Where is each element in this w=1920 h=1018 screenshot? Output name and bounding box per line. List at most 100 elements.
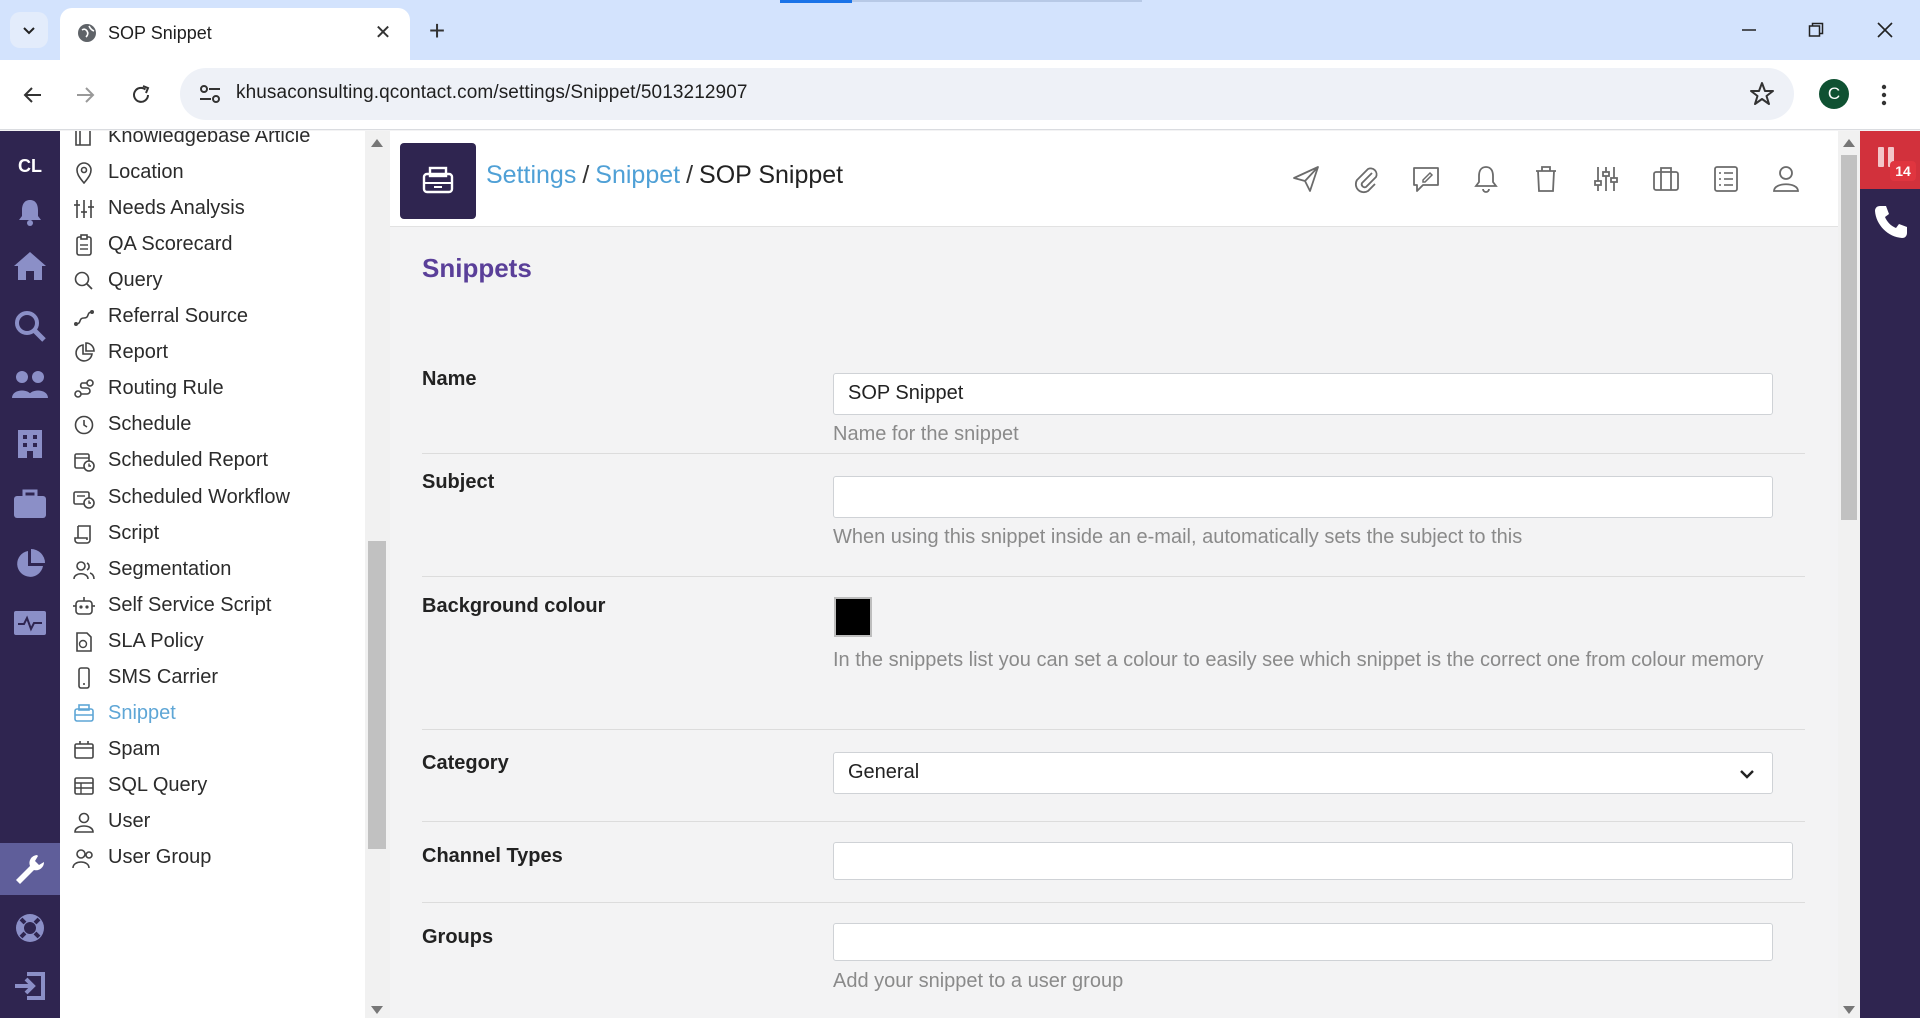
sidebar-item-scheduled-workflow[interactable]: Scheduled Workflow — [60, 480, 360, 516]
pause-button[interactable]: 14 — [1860, 131, 1920, 189]
map-pin-icon — [76, 162, 92, 184]
delete-button[interactable] — [1528, 161, 1564, 197]
reports-nav[interactable] — [0, 539, 60, 589]
sidebar-item-user[interactable]: User — [60, 804, 360, 840]
attach-button[interactable] — [1348, 161, 1384, 197]
send-button[interactable] — [1288, 161, 1324, 197]
notifications-nav[interactable] — [0, 187, 60, 237]
restore-button[interactable] — [1793, 12, 1839, 48]
browser-tab[interactable]: SOP Snippet ✕ — [60, 8, 410, 60]
sidebar-item-needs-analysis[interactable]: Needs Analysis — [60, 191, 360, 227]
scroll-down-arrow[interactable] — [371, 1006, 383, 1014]
sidebar-item-scheduled-report[interactable]: Scheduled Report — [60, 443, 360, 479]
browser-menu-button[interactable] — [1872, 78, 1896, 112]
briefcase-icon — [1653, 167, 1679, 191]
monitor-pulse-icon — [14, 611, 46, 635]
sidebar-item-location[interactable]: Location — [60, 155, 360, 191]
profile-avatar[interactable]: C — [1819, 79, 1849, 109]
lifebuoy-icon — [16, 914, 44, 942]
category-select[interactable]: General — [833, 752, 1773, 794]
list-button[interactable] — [1708, 161, 1744, 197]
user-button[interactable] — [1768, 161, 1804, 197]
section-title: Snippets — [422, 253, 532, 283]
sidebar-item-self-service-script[interactable]: Self Service Script — [60, 588, 360, 624]
home-nav[interactable] — [0, 241, 60, 291]
phone-device-icon — [78, 667, 90, 689]
site-info-icon — [200, 85, 220, 103]
more-vertical-icon — [1881, 84, 1887, 106]
name-input[interactable]: SOP Snippet — [833, 373, 1773, 415]
sidebar-item-query[interactable]: Query — [60, 263, 360, 299]
settings-button[interactable] — [1588, 161, 1624, 197]
close-tab-icon[interactable]: ✕ — [370, 19, 396, 45]
breadcrumb-snippet-link[interactable]: Snippet — [595, 161, 680, 189]
field-row-category: Category General — [422, 730, 1805, 822]
sidebar-item-snippet[interactable]: Snippet — [60, 696, 360, 732]
note-button[interactable] — [1408, 161, 1444, 197]
sidebar-item-referral-source[interactable]: Referral Source — [60, 299, 360, 335]
help-nav[interactable] — [0, 903, 60, 953]
sidebar-item-user-group[interactable]: User Group — [60, 840, 360, 876]
spam-icon — [74, 741, 94, 759]
cases-nav[interactable] — [0, 479, 60, 529]
forward-button[interactable] — [65, 75, 105, 115]
paperclip-icon — [1354, 167, 1378, 194]
sidebar-item-schedule[interactable]: Schedule — [60, 407, 360, 443]
sidebar-item-report[interactable]: Report — [60, 335, 360, 371]
bookmark-star-icon[interactable] — [1748, 80, 1776, 108]
left-nav-rail: CL — [0, 131, 60, 1018]
breadcrumb-settings-link[interactable]: Settings — [486, 161, 576, 189]
scroll-up-arrow[interactable] — [1843, 139, 1855, 147]
org-logo[interactable]: CL — [0, 141, 60, 191]
colour-swatch[interactable] — [834, 597, 872, 637]
globe-icon — [78, 24, 96, 42]
contacts-nav[interactable] — [0, 359, 60, 409]
routing-icon — [74, 379, 94, 398]
chart-pie-icon — [17, 549, 45, 577]
sidebar-item-routing-rule[interactable]: Routing Rule — [60, 371, 360, 407]
case-button[interactable] — [1648, 161, 1684, 197]
scroll-thumb[interactable] — [1841, 155, 1857, 520]
address-bar[interactable]: khusaconsulting.qcontact.com/settings/Sn… — [180, 68, 1794, 120]
field-label: Channel Types — [422, 845, 563, 867]
sidebar-item-knowledgebase-article[interactable]: Knowledgebase Article — [60, 131, 360, 155]
sidebar-item-spam[interactable]: Spam — [60, 732, 360, 768]
organisations-nav[interactable] — [0, 419, 60, 469]
groups-input[interactable] — [833, 923, 1773, 961]
sidebar-item-sql-query[interactable]: SQL Query — [60, 768, 360, 804]
reload-button[interactable] — [121, 75, 161, 115]
sidebar-item-qa-scorecard[interactable]: QA Scorecard — [60, 227, 360, 263]
scroll-down-arrow[interactable] — [1843, 1006, 1855, 1014]
field-row-name: Name SOP Snippet Name for the snippet — [422, 351, 1805, 454]
sliders-icon — [74, 200, 94, 218]
new-tab-button[interactable]: + — [420, 14, 454, 48]
logout-nav[interactable] — [0, 961, 60, 1011]
field-label: Background colour — [422, 595, 606, 617]
calendar-clock-icon — [74, 453, 95, 472]
sidebar-item-segmentation[interactable]: Segmentation — [60, 552, 360, 588]
sidebar-item-sla-policy[interactable]: SLA Policy — [60, 624, 360, 660]
robot-icon — [73, 597, 95, 615]
route-icon — [74, 310, 94, 326]
field-label: Name — [422, 368, 477, 390]
phone-button[interactable] — [1872, 203, 1910, 243]
close-window-button[interactable] — [1862, 12, 1908, 48]
search-nav[interactable] — [0, 301, 60, 351]
settings-nav[interactable] — [0, 843, 60, 895]
scroll-up-arrow[interactable] — [371, 139, 383, 147]
minimize-button[interactable] — [1726, 12, 1772, 48]
main-scrollbar[interactable] — [1838, 131, 1860, 1018]
sidebar-scrollbar[interactable] — [365, 131, 390, 1018]
subject-input[interactable] — [833, 476, 1773, 518]
channel-types-input[interactable] — [833, 842, 1793, 880]
close-icon — [1877, 22, 1893, 38]
sidebar-item-script[interactable]: Script — [60, 516, 360, 552]
tab-search-button[interactable] — [10, 12, 48, 48]
notify-button[interactable] — [1468, 161, 1504, 197]
search-icon — [74, 271, 93, 290]
sidebar-item-sms-carrier[interactable]: SMS Carrier — [60, 660, 360, 696]
book-icon — [75, 131, 91, 146]
back-button[interactable] — [13, 75, 53, 115]
dashboard-nav[interactable] — [0, 599, 60, 649]
scroll-thumb[interactable] — [368, 541, 386, 849]
